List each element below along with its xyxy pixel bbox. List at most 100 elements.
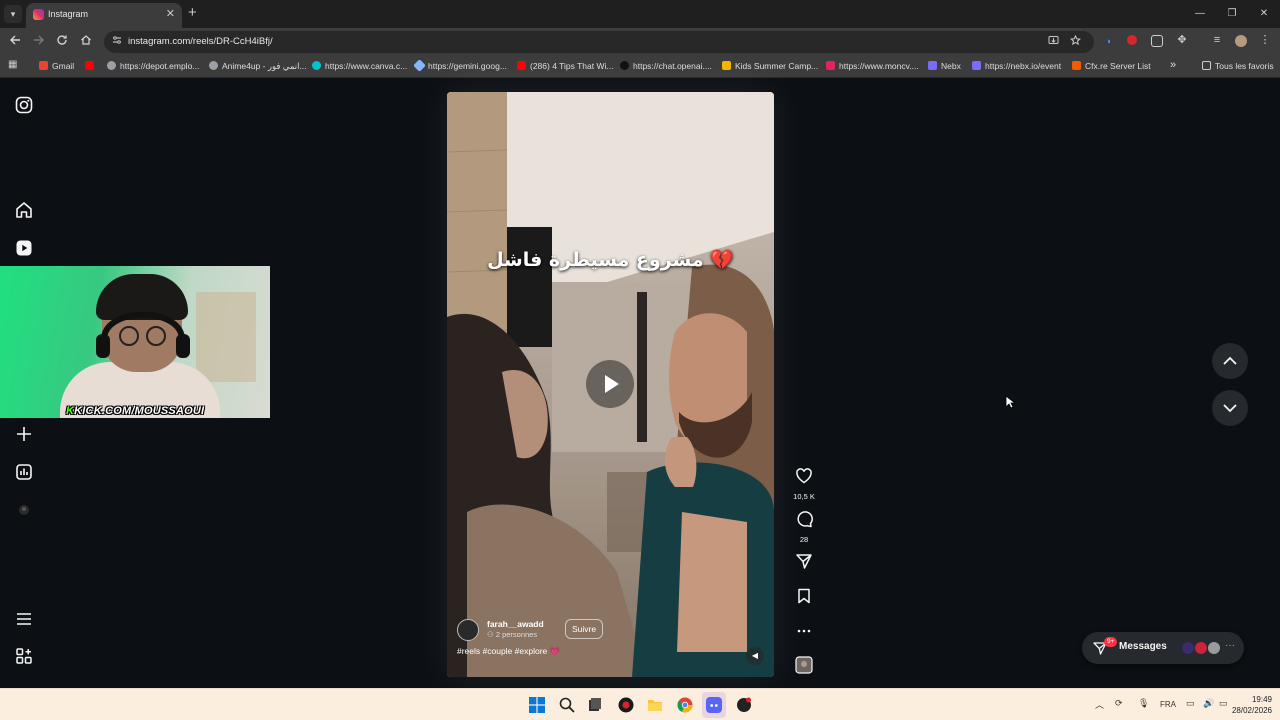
bookmarks-bar: ▦ Gmail https://depot.emplo... Anime4up …: [0, 56, 1280, 78]
app-dark-icon[interactable]: [736, 697, 752, 713]
bookmark-youtube[interactable]: [85, 61, 98, 71]
headset-icon: [96, 311, 190, 358]
instagram-logo-icon[interactable]: [14, 95, 34, 115]
more-options-action[interactable]: [793, 622, 815, 645]
task-view-icon[interactable]: [587, 697, 603, 713]
bookmark-nebx[interactable]: Nebx: [928, 61, 961, 71]
app-red-icon[interactable]: [618, 697, 634, 713]
bookmark-cfx[interactable]: Cfx.re Server List: [1072, 61, 1151, 71]
reels-nav-icon[interactable]: [14, 238, 34, 258]
battery-icon[interactable]: ▭: [1219, 698, 1228, 709]
forward-arrow-icon[interactable]: [33, 34, 45, 50]
windows-start-icon[interactable]: [529, 697, 545, 713]
reel-hashtags[interactable]: #reels #couple #explore 💗: [457, 646, 560, 657]
sync-icon[interactable]: ⟳: [1115, 698, 1123, 709]
back-arrow-icon[interactable]: [9, 34, 21, 50]
discord-taskbar-button[interactable]: [702, 692, 726, 718]
bookmark-canva[interactable]: https://www.canva.c...: [312, 61, 407, 71]
instagram-favicon-icon: [33, 9, 44, 20]
bookmark-chatgpt[interactable]: https://chat.openai....: [620, 61, 712, 71]
new-tab-button[interactable]: +: [188, 5, 197, 20]
extension-record-icon[interactable]: [1127, 35, 1137, 45]
background-shelf: [196, 292, 256, 382]
follow-button[interactable]: Suivre: [565, 619, 604, 639]
more-menu-icon[interactable]: [14, 609, 34, 629]
like-count: 10,5 K: [793, 492, 815, 501]
audio-thumbnail[interactable]: [793, 656, 815, 679]
chevron-up-icon: [1223, 356, 1237, 365]
openai-icon: [620, 61, 629, 70]
comment-action[interactable]: 28: [793, 510, 815, 544]
bookmark-youtube-tips[interactable]: (286) 4 Tips That Wi...: [517, 61, 613, 71]
moncv-icon: [826, 61, 835, 70]
close-window-button[interactable]: ✕: [1248, 0, 1280, 28]
home-nav-icon[interactable]: [14, 200, 34, 220]
comment-icon: [797, 511, 813, 528]
mouse-cursor-icon: [1005, 395, 1017, 414]
home-icon[interactable]: [80, 34, 92, 50]
bookmark-depot[interactable]: https://depot.emplo...: [107, 61, 199, 71]
extension-sound-icon[interactable]: ◗: [1103, 35, 1115, 47]
media-controls-icon[interactable]: ≡: [1211, 34, 1223, 46]
system-clock[interactable]: 19:49 28/02/2026: [1232, 694, 1272, 716]
file-explorer-icon[interactable]: [647, 697, 663, 713]
bookmark-gemini[interactable]: https://gemini.goog...: [413, 59, 507, 72]
comment-count: 28: [799, 535, 809, 544]
discord-icon: [706, 697, 722, 713]
bookmark-gmail[interactable]: Gmail: [39, 61, 74, 71]
like-action[interactable]: 10,5 K: [793, 467, 815, 501]
address-bar-url: instagram.com/reels/DR-CcH4iBfj/: [128, 36, 273, 47]
profile-avatar-icon[interactable]: [14, 500, 34, 520]
create-plus-icon[interactable]: [14, 424, 34, 444]
save-action[interactable]: [793, 587, 815, 610]
reload-icon[interactable]: [56, 34, 68, 50]
search-icon[interactable]: [559, 697, 575, 713]
previous-reel-button[interactable]: [1212, 343, 1248, 379]
bookmark-anime4up[interactable]: Anime4up - انمي فور...: [209, 61, 307, 72]
canva-icon: [312, 61, 321, 70]
profile-avatar[interactable]: [1235, 35, 1247, 47]
bookmarks-overflow-button[interactable]: »: [1170, 59, 1176, 71]
bookmark-kids-camp[interactable]: Kids Summer Camp...: [722, 61, 818, 71]
microphone-icon[interactable]: 🎙: [1138, 698, 1149, 709]
bookmark-star-icon[interactable]: [1069, 34, 1082, 49]
author-avatar[interactable]: [457, 619, 479, 641]
reel-video[interactable]: مشروع مسيطرة فاشل 💔 farah__awadd ⚇ 2 per…: [447, 92, 774, 677]
clock-time: 19:49: [1251, 695, 1272, 704]
browser-tab-instagram[interactable]: Instagram ✕: [26, 3, 182, 28]
restore-button[interactable]: ❐: [1216, 0, 1248, 28]
play-button[interactable]: [586, 360, 634, 408]
all-bookmarks-folder[interactable]: Tous les favoris: [1202, 61, 1274, 71]
browser-menu-icon[interactable]: ⋮: [1259, 34, 1271, 46]
apps-grid-icon[interactable]: ▦: [8, 59, 17, 70]
bookmark-nebx-event[interactable]: https://nebx.io/event: [972, 61, 1061, 71]
minimize-button[interactable]: —: [1184, 0, 1216, 28]
author-username[interactable]: farah__awadd: [487, 619, 544, 629]
dashboard-icon[interactable]: [14, 462, 34, 482]
mute-button[interactable]: ◀: [746, 647, 764, 665]
bookmark-moncv[interactable]: https://www.moncv....: [826, 61, 919, 71]
reel-footer: farah__awadd ⚇ 2 personnes Suivre #reels…: [457, 619, 757, 667]
network-icon[interactable]: ▭: [1186, 698, 1195, 709]
tab-close-button[interactable]: ✕: [166, 7, 175, 20]
extension-grid-icon[interactable]: [1151, 35, 1163, 47]
install-app-icon[interactable]: [1048, 35, 1059, 49]
also-from-meta-icon[interactable]: [14, 646, 34, 666]
audience-label: ⚇ 2 personnes: [487, 630, 538, 639]
tab-title: Instagram: [48, 9, 89, 19]
next-reel-button[interactable]: [1212, 390, 1248, 426]
more-conversations-icon: ···: [1225, 640, 1235, 651]
camp-icon: [722, 61, 731, 70]
input-language[interactable]: FRA: [1160, 700, 1176, 709]
site-settings-icon[interactable]: [112, 35, 122, 48]
volume-icon[interactable]: 🔊: [1203, 698, 1214, 709]
extensions-puzzle-icon[interactable]: ✥: [1176, 34, 1188, 46]
chrome-icon[interactable]: [677, 697, 693, 713]
share-action[interactable]: [793, 552, 815, 575]
tray-overflow-icon[interactable]: ︿: [1095, 698, 1104, 711]
tab-search-button[interactable]: ▾: [4, 5, 22, 23]
reel-caption-overlay: مشروع مسيطرة فاشل 💔: [487, 249, 734, 271]
folder-icon: [1202, 61, 1211, 70]
messages-button[interactable]: 9+ Messages ···: [1082, 632, 1244, 664]
address-bar[interactable]: instagram.com/reels/DR-CcH4iBfj/: [104, 31, 1094, 53]
